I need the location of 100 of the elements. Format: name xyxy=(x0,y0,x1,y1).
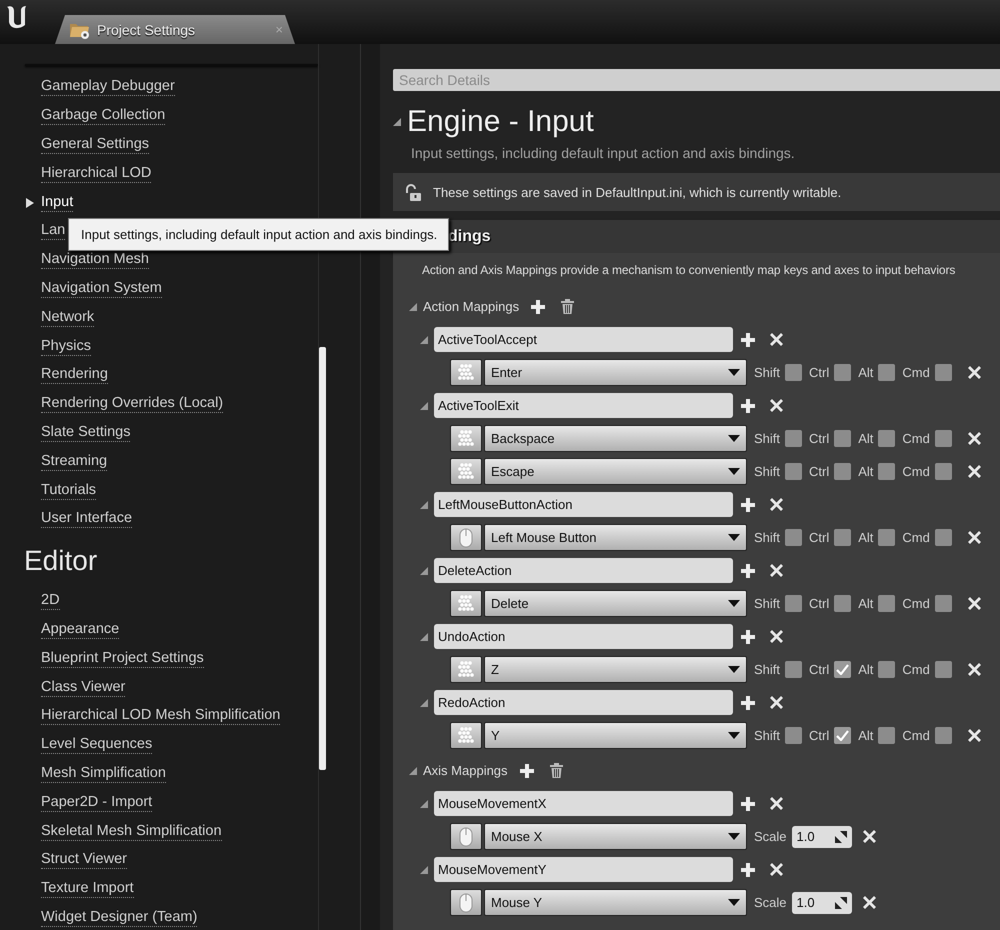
modifier-checkbox[interactable] xyxy=(785,529,802,546)
modifier-checkbox[interactable] xyxy=(834,529,852,546)
settings-category-link[interactable]: Tutorials xyxy=(41,482,96,500)
key-dropdown[interactable]: Escape xyxy=(484,458,747,485)
mapping-name-field[interactable]: MouseMovementX xyxy=(434,791,733,816)
trash-icon[interactable] xyxy=(550,763,563,778)
modifier-checkbox[interactable] xyxy=(878,727,896,744)
settings-category-link[interactable]: Skeletal Mesh Simplification xyxy=(41,822,222,841)
modifier-checkbox[interactable] xyxy=(878,364,896,381)
settings-category-link[interactable]: Navigation System xyxy=(41,280,162,298)
modifier-checkbox[interactable] xyxy=(934,727,952,744)
add-icon[interactable] xyxy=(741,498,755,512)
modifier-checkbox[interactable] xyxy=(878,661,896,678)
modifier-checkbox[interactable] xyxy=(878,463,896,480)
add-icon[interactable] xyxy=(741,564,755,578)
scale-field[interactable]: 1.0 xyxy=(792,826,852,848)
settings-category-link[interactable]: Lan xyxy=(41,222,66,240)
remove-icon[interactable] xyxy=(770,399,783,412)
remove-icon[interactable] xyxy=(968,432,981,445)
settings-category-link[interactable]: Hierarchical LOD xyxy=(41,164,152,183)
key-dropdown[interactable]: Z xyxy=(484,656,747,683)
add-icon[interactable] xyxy=(741,796,755,810)
scrollbar-thumb[interactable] xyxy=(319,347,326,770)
add-icon[interactable] xyxy=(741,696,755,710)
modifier-checkbox[interactable] xyxy=(934,430,952,447)
remove-icon[interactable] xyxy=(770,564,783,577)
remove-icon[interactable] xyxy=(968,531,981,544)
key-selector-button[interactable] xyxy=(450,722,482,749)
remove-icon[interactable] xyxy=(862,830,876,843)
add-icon[interactable] xyxy=(531,300,546,314)
settings-category-link[interactable]: User Interface xyxy=(41,510,132,528)
key-dropdown[interactable]: Enter xyxy=(484,359,747,386)
settings-category-link[interactable]: Streaming xyxy=(41,452,108,471)
add-icon[interactable] xyxy=(741,630,755,644)
modifier-checkbox[interactable] xyxy=(878,430,896,447)
remove-icon[interactable] xyxy=(770,333,783,346)
modifier-checkbox[interactable] xyxy=(785,430,802,447)
key-dropdown[interactable]: Y xyxy=(484,722,747,749)
modifier-checkbox[interactable] xyxy=(785,661,802,678)
modifier-checkbox[interactable] xyxy=(834,727,852,744)
trash-icon[interactable] xyxy=(561,299,574,314)
modifier-checkbox[interactable] xyxy=(834,430,852,447)
settings-category-link[interactable]: Paper2D - Import xyxy=(41,794,152,812)
remove-icon[interactable] xyxy=(968,729,981,742)
scale-field[interactable]: 1.0 xyxy=(792,892,852,914)
settings-category-link[interactable]: Rendering Overrides (Local) xyxy=(41,395,224,414)
remove-icon[interactable] xyxy=(968,366,981,379)
section-header[interactable]: dings xyxy=(447,220,1000,253)
settings-category-link[interactable]: Class Viewer xyxy=(41,678,126,697)
settings-category-link[interactable]: Rendering xyxy=(41,366,108,384)
settings-category-link[interactable]: Physics xyxy=(41,338,91,356)
settings-category-link[interactable]: Network xyxy=(41,308,94,327)
settings-category-link[interactable]: Input xyxy=(41,194,74,212)
settings-category-link[interactable]: Gameplay Debugger xyxy=(41,78,175,96)
modifier-checkbox[interactable] xyxy=(785,727,802,744)
settings-category-link[interactable]: Garbage Collection xyxy=(41,107,166,126)
modifier-checkbox[interactable] xyxy=(834,364,852,381)
settings-category-link[interactable]: 2D xyxy=(41,592,60,610)
mapping-name-field[interactable]: ActiveToolExit xyxy=(434,393,733,418)
settings-category-link[interactable]: Level Sequences xyxy=(41,736,152,754)
mapping-name-field[interactable]: LeftMouseButtonAction xyxy=(434,492,733,517)
add-icon[interactable] xyxy=(520,764,534,778)
modifier-checkbox[interactable] xyxy=(934,529,952,546)
mapping-name-field[interactable]: MouseMovementY xyxy=(434,857,733,882)
modifier-checkbox[interactable] xyxy=(785,364,802,381)
mapping-name-field[interactable]: RedoAction xyxy=(434,690,733,715)
settings-category-link[interactable]: Widget Designer (Team) xyxy=(41,908,198,927)
key-dropdown[interactable]: Delete xyxy=(484,590,747,617)
remove-icon[interactable] xyxy=(770,498,783,511)
modifier-checkbox[interactable] xyxy=(834,595,852,612)
add-icon[interactable] xyxy=(741,398,755,412)
modifier-checkbox[interactable] xyxy=(834,661,852,678)
modifier-checkbox[interactable] xyxy=(785,595,802,612)
settings-category-link[interactable]: Mesh Simplification xyxy=(41,764,166,783)
remove-icon[interactable] xyxy=(968,465,981,478)
key-dropdown[interactable]: Mouse Y xyxy=(484,889,747,916)
key-selector-button[interactable] xyxy=(450,590,482,617)
modifier-checkbox[interactable] xyxy=(878,529,896,546)
settings-category-link[interactable]: Slate Settings xyxy=(41,424,130,442)
settings-category-link[interactable]: Blueprint Project Settings xyxy=(41,650,204,668)
key-selector-button[interactable] xyxy=(450,656,482,683)
add-icon[interactable] xyxy=(741,862,755,876)
search-field[interactable]: Search Details xyxy=(393,69,1000,91)
key-selector-button[interactable] xyxy=(450,425,482,452)
remove-icon[interactable] xyxy=(968,597,981,610)
settings-category-link[interactable]: Appearance xyxy=(41,620,120,639)
key-dropdown[interactable]: Backspace xyxy=(484,425,747,452)
key-dropdown[interactable]: Mouse X xyxy=(484,823,747,850)
modifier-checkbox[interactable] xyxy=(785,463,802,480)
settings-category-link[interactable]: General Settings xyxy=(41,136,150,154)
remove-icon[interactable] xyxy=(770,797,783,810)
remove-icon[interactable] xyxy=(770,863,783,876)
modifier-checkbox[interactable] xyxy=(878,595,896,612)
modifier-checkbox[interactable] xyxy=(934,364,952,381)
project-settings-tab[interactable]: Project Settings × xyxy=(55,15,295,44)
key-selector-button[interactable] xyxy=(450,524,482,551)
settings-category-link[interactable]: Hierarchical LOD Mesh Simplification xyxy=(41,707,280,726)
modifier-checkbox[interactable] xyxy=(934,661,952,678)
key-selector-button[interactable] xyxy=(450,889,482,916)
add-icon[interactable] xyxy=(741,332,755,346)
